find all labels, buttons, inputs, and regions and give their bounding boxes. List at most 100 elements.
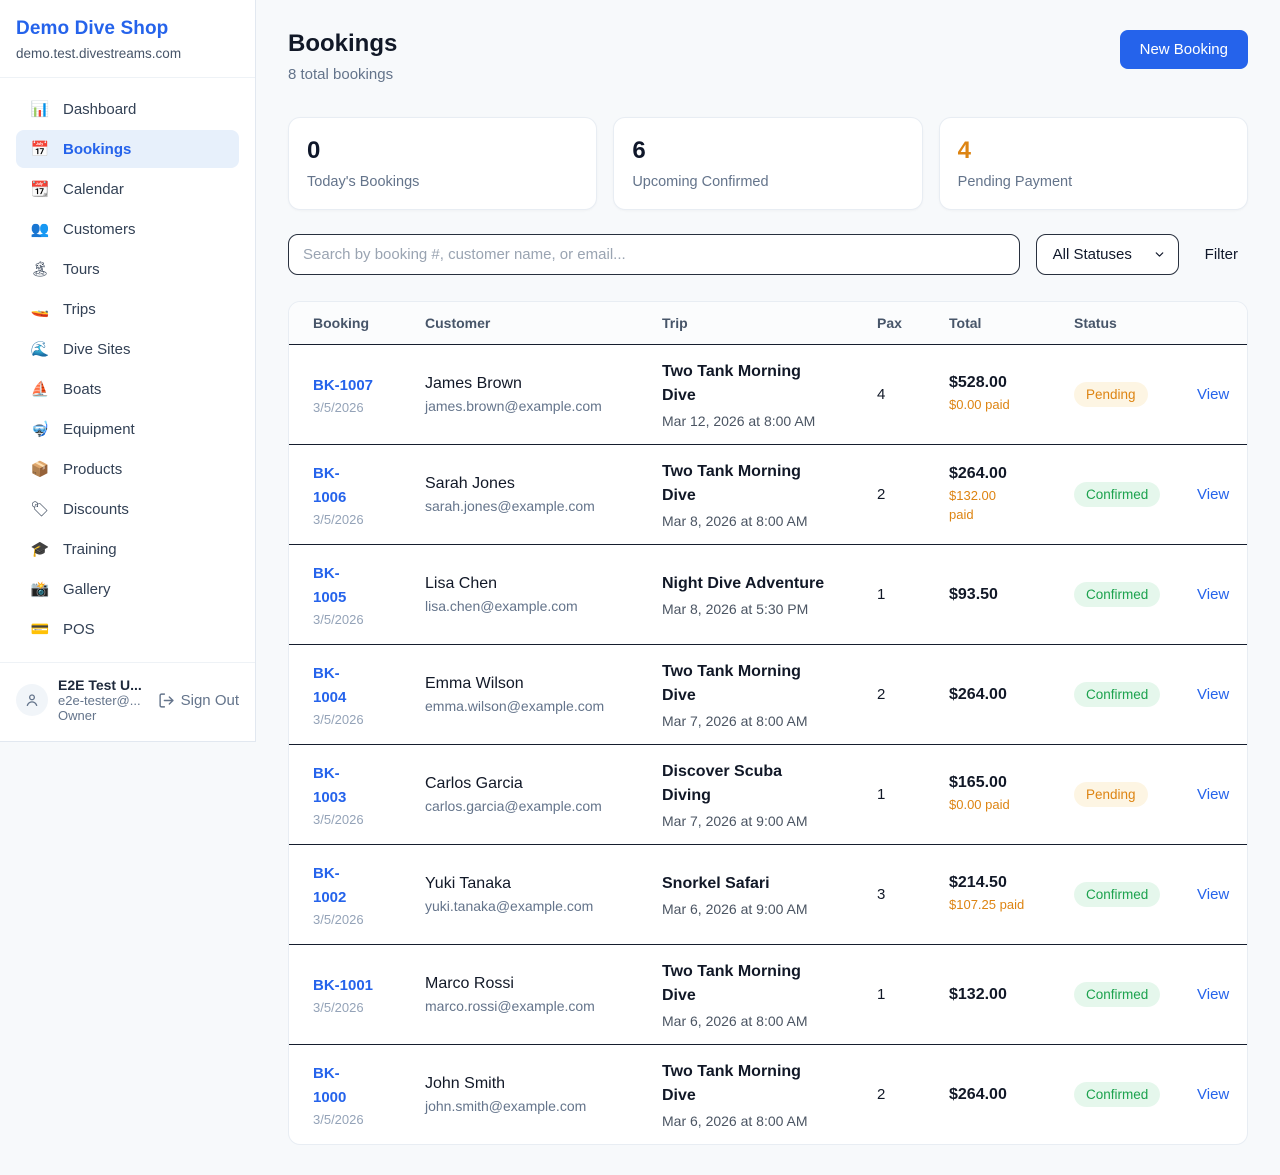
view-link[interactable]: View xyxy=(1197,886,1229,903)
customer-email: carlos.garcia@example.com xyxy=(425,798,662,814)
paid-amount: $107.25 paid xyxy=(949,896,1074,915)
col-header-pax: Pax xyxy=(877,315,949,331)
status-badge: Pending xyxy=(1074,382,1148,407)
customer-name: Emma Wilson xyxy=(425,675,662,693)
sidebar-item-label: Training xyxy=(63,541,117,558)
customer-email: sarah.jones@example.com xyxy=(425,498,662,514)
table-row: BK- 1005 3/5/2026 Lisa Chen lisa.chen@ex… xyxy=(289,544,1247,644)
status-filter-value: All Statuses xyxy=(1053,246,1132,263)
total-amount: $528.00 xyxy=(949,374,1074,392)
new-booking-button[interactable]: New Booking xyxy=(1120,30,1248,69)
table-row: BK- 1002 3/5/2026 Yuki Tanaka yuki.tanak… xyxy=(289,844,1247,944)
search-input[interactable] xyxy=(288,234,1020,275)
table-body: BK-1007 3/5/2026 James Brown james.brown… xyxy=(289,344,1247,1144)
filter-button[interactable]: Filter xyxy=(1195,238,1248,271)
status-badge: Confirmed xyxy=(1074,482,1160,507)
trips-icon: 🚤 xyxy=(30,300,50,318)
stat-value: 6 xyxy=(632,137,903,165)
sidebar-item-boats[interactable]: ⛵ Boats xyxy=(16,370,239,408)
sidebar-item-label: Customers xyxy=(63,221,136,238)
col-header-total: Total xyxy=(949,315,1074,331)
booking-created-date: 3/5/2026 xyxy=(313,812,425,827)
view-link[interactable]: View xyxy=(1197,786,1229,803)
booking-id-link[interactable]: BK- 1004 xyxy=(313,662,346,709)
booking-id-link[interactable]: BK- 1003 xyxy=(313,762,346,809)
pax-count: 1 xyxy=(877,586,949,603)
booking-id-link[interactable]: BK-1007 xyxy=(313,374,373,397)
sidebar-item-trips[interactable]: 🚤 Trips xyxy=(16,290,239,328)
sidebar-item-bookings[interactable]: 📅 Bookings xyxy=(16,130,239,168)
view-link[interactable]: View xyxy=(1197,686,1229,703)
sidebar-item-pos[interactable]: 💳 POS xyxy=(16,610,239,648)
booking-created-date: 3/5/2026 xyxy=(313,712,425,727)
sidebar-item-dashboard[interactable]: 📊 Dashboard xyxy=(16,90,239,128)
booking-created-date: 3/5/2026 xyxy=(313,512,425,527)
view-link[interactable]: View xyxy=(1197,986,1229,1003)
booking-created-date: 3/5/2026 xyxy=(313,1000,425,1015)
sidebar-item-calendar[interactable]: 📆 Calendar xyxy=(16,170,239,208)
sidebar-item-discounts[interactable]: 🏷 Discounts xyxy=(16,490,239,528)
customer-name: Carlos Garcia xyxy=(425,775,662,793)
status-badge: Confirmed xyxy=(1074,682,1160,707)
trip-datetime: Mar 6, 2026 at 8:00 AM xyxy=(662,1013,877,1029)
booking-id-link[interactable]: BK- 1005 xyxy=(313,562,346,609)
view-link[interactable]: View xyxy=(1197,486,1229,503)
pax-count: 2 xyxy=(877,686,949,703)
booking-created-date: 3/5/2026 xyxy=(313,912,425,927)
trip-datetime: Mar 7, 2026 at 8:00 AM xyxy=(662,713,877,729)
gallery-icon: 📸 xyxy=(30,580,50,598)
booking-id-link[interactable]: BK-1001 xyxy=(313,974,373,997)
stats-cards: 0 Today's Bookings 6 Upcoming Confirmed … xyxy=(288,117,1248,210)
stat-label: Upcoming Confirmed xyxy=(632,174,903,190)
customer-name: Lisa Chen xyxy=(425,575,662,593)
sidebar-item-label: Calendar xyxy=(63,181,124,198)
shop-domain: demo.test.divestreams.com xyxy=(16,46,239,61)
col-header-customer: Customer xyxy=(425,315,662,331)
stat-card: 4 Pending Payment xyxy=(939,117,1248,210)
trip-datetime: Mar 6, 2026 at 8:00 AM xyxy=(662,1113,877,1129)
col-header-trip: Trip xyxy=(662,315,877,331)
status-badge: Confirmed xyxy=(1074,982,1160,1007)
sign-out-button[interactable]: Sign Out xyxy=(158,692,239,709)
status-badge: Pending xyxy=(1074,782,1148,807)
paid-amount: $132.00 paid xyxy=(949,487,1074,525)
status-filter-select[interactable]: All Statuses xyxy=(1036,234,1179,275)
sidebar-item-label: Tours xyxy=(63,261,100,278)
trip-datetime: Mar 8, 2026 at 8:00 AM xyxy=(662,513,877,529)
booking-id-link[interactable]: BK- 1002 xyxy=(313,862,346,909)
sidebar-item-products[interactable]: 📦 Products xyxy=(16,450,239,488)
sidebar-item-customers[interactable]: 👥 Customers xyxy=(16,210,239,248)
user-icon xyxy=(24,692,40,708)
logout-icon xyxy=(158,692,175,709)
trip-name: Two Tank Morning Dive xyxy=(662,1060,877,1108)
view-link[interactable]: View xyxy=(1197,586,1229,603)
sidebar: Demo Dive Shop demo.test.divestreams.com… xyxy=(0,0,256,742)
calendar-icon: 📆 xyxy=(30,180,50,198)
view-link[interactable]: View xyxy=(1197,1086,1229,1103)
total-amount: $264.00 xyxy=(949,465,1074,483)
sidebar-item-training[interactable]: 🎓 Training xyxy=(16,530,239,568)
status-badge: Confirmed xyxy=(1074,882,1160,907)
stat-value: 4 xyxy=(958,137,1229,165)
pos-icon: 💳 xyxy=(30,620,50,638)
sidebar-item-tours[interactable]: 🏝 Tours xyxy=(16,250,239,288)
table-row: BK- 1006 3/5/2026 Sarah Jones sarah.jone… xyxy=(289,444,1247,544)
total-amount: $264.00 xyxy=(949,1086,1074,1104)
stat-card: 6 Upcoming Confirmed xyxy=(613,117,922,210)
sidebar-item-dive-sites[interactable]: 🌊 Dive Sites xyxy=(16,330,239,368)
customers-icon: 👥 xyxy=(30,220,50,238)
sidebar-item-gallery[interactable]: 📸 Gallery xyxy=(16,570,239,608)
booking-id-link[interactable]: BK- 1006 xyxy=(313,462,346,509)
boats-icon: ⛵ xyxy=(30,380,50,398)
paid-amount: $0.00 paid xyxy=(949,796,1074,815)
customer-name: Marco Rossi xyxy=(425,975,662,993)
pax-count: 4 xyxy=(877,386,949,403)
paid-amount: $0.00 paid xyxy=(949,396,1074,415)
sidebar-item-label: Boats xyxy=(63,381,101,398)
booking-created-date: 3/5/2026 xyxy=(313,1112,425,1127)
sidebar-header: Demo Dive Shop demo.test.divestreams.com xyxy=(0,0,255,78)
sidebar-item-equipment[interactable]: 🤿 Equipment xyxy=(16,410,239,448)
pax-count: 2 xyxy=(877,1086,949,1103)
booking-id-link[interactable]: BK- 1000 xyxy=(313,1062,346,1109)
view-link[interactable]: View xyxy=(1197,386,1229,403)
